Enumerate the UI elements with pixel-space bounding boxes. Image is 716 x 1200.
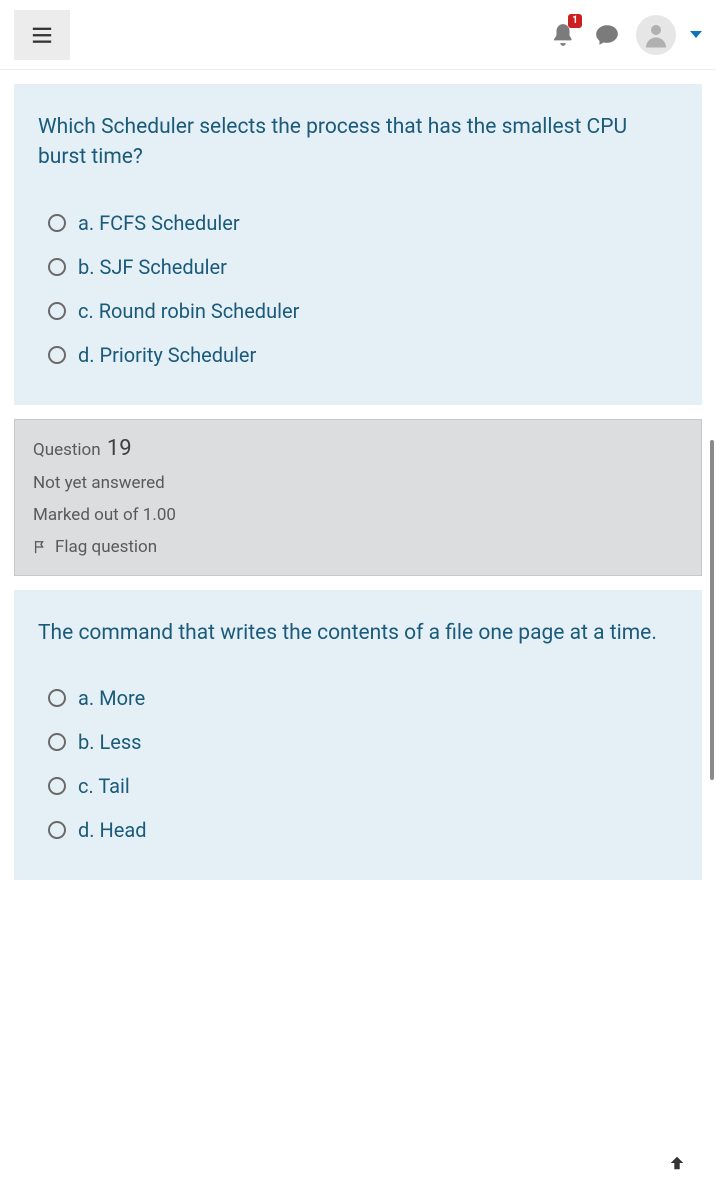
option-label: a. FCFS Scheduler: [78, 211, 240, 235]
radio-icon: [48, 214, 66, 232]
arrow-up-icon: [668, 1153, 686, 1173]
option-19-c[interactable]: c. Tail: [48, 764, 678, 808]
notification-badge: 1: [568, 14, 582, 28]
avatar-icon: [641, 20, 671, 50]
question-number-line: Question 19: [33, 436, 683, 461]
option-label: b. SJF Scheduler: [78, 255, 227, 279]
flag-label: Flag question: [55, 537, 157, 557]
option-18-b[interactable]: b. SJF Scheduler: [48, 245, 678, 289]
radio-icon: [48, 777, 66, 795]
radio-icon: [48, 821, 66, 839]
question-18-text: Which Scheduler selects the process that…: [38, 112, 678, 173]
notifications-button[interactable]: 1: [548, 20, 578, 50]
option-19-d[interactable]: d. Head: [48, 808, 678, 852]
question-status: Not yet answered: [33, 473, 683, 493]
menu-button[interactable]: [14, 10, 70, 60]
question-18-options: a. FCFS Scheduler b. SJF Scheduler c. Ro…: [38, 201, 678, 377]
header-bar: 1: [0, 0, 716, 70]
content-area: Which Scheduler selects the process that…: [0, 70, 716, 880]
radio-icon: [48, 302, 66, 320]
radio-icon: [48, 258, 66, 276]
radio-icon: [48, 689, 66, 707]
option-19-b[interactable]: b. Less: [48, 720, 678, 764]
radio-icon: [48, 346, 66, 364]
option-18-c[interactable]: c. Round robin Scheduler: [48, 289, 678, 333]
header-right: 1: [548, 15, 702, 55]
option-label: d. Priority Scheduler: [78, 343, 256, 367]
messages-button[interactable]: [592, 20, 622, 50]
question-19-options: a. More b. Less c. Tail d. Head: [38, 676, 678, 852]
option-label: b. Less: [78, 730, 142, 754]
option-label: a. More: [78, 686, 145, 710]
question-marks: Marked out of 1.00: [33, 505, 683, 525]
option-label: c. Round robin Scheduler: [78, 299, 299, 323]
option-label: d. Head: [78, 818, 147, 842]
question-19-panel: The command that writes the contents of …: [14, 590, 702, 880]
question-19-text: The command that writes the contents of …: [38, 618, 678, 648]
user-menu-caret[interactable]: [690, 31, 702, 38]
question-label: Question: [33, 440, 101, 460]
option-18-d[interactable]: d. Priority Scheduler: [48, 333, 678, 377]
option-19-a[interactable]: a. More: [48, 676, 678, 720]
question-19-meta: Question 19 Not yet answered Marked out …: [14, 419, 702, 576]
chat-icon: [594, 22, 620, 48]
flag-question-link[interactable]: Flag question: [33, 537, 683, 557]
back-to-top-button[interactable]: [662, 1148, 692, 1178]
option-18-a[interactable]: a. FCFS Scheduler: [48, 201, 678, 245]
scrollbar-thumb[interactable]: [710, 440, 714, 780]
flag-icon: [33, 540, 47, 554]
radio-icon: [48, 733, 66, 751]
hamburger-icon: [31, 24, 53, 46]
question-18-panel: Which Scheduler selects the process that…: [14, 84, 702, 405]
option-label: c. Tail: [78, 774, 130, 798]
user-avatar[interactable]: [636, 15, 676, 55]
question-number: 19: [107, 436, 132, 461]
